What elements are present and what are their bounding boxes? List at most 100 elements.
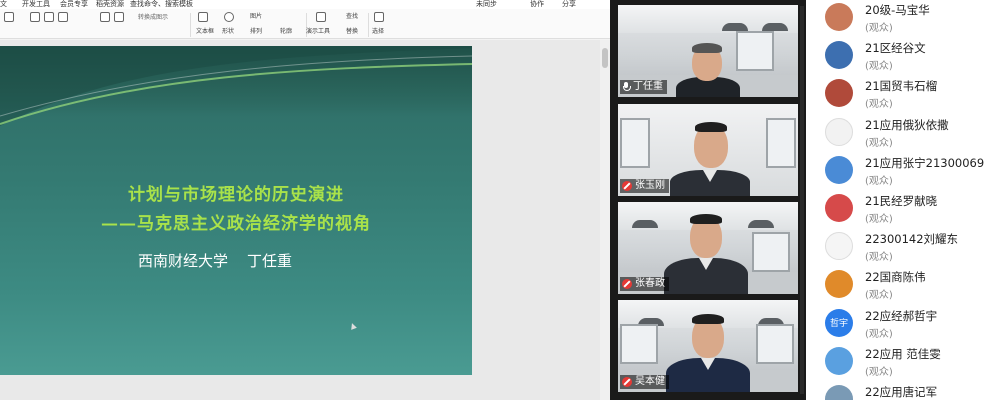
participant-name: 20级-马宝华 [865, 3, 930, 17]
sync-status[interactable]: 未同步 [476, 0, 497, 9]
search-command-input[interactable]: 查找命令、搜索模板 [130, 0, 193, 9]
ribbon-toolbar: 转换成图示 文本框 形状 图片 排列 轮廓 演示工具 查找 替换 选择 [0, 9, 610, 39]
presentation-tools-icon[interactable] [316, 12, 326, 22]
participant-list-item[interactable]: 21区经谷文 (观众) [806, 36, 1000, 74]
participant-list-item[interactable]: 22应用唐记军 [806, 380, 1000, 400]
participant-role: (观众) [865, 252, 893, 264]
select-button[interactable]: 选择 [372, 28, 384, 36]
slide-wave-decoration [0, 46, 472, 126]
presentation-app: 文 开发工具 会员专享 稻壳资源 查找命令、搜索模板 未同步 协作 分享 转换成… [0, 0, 610, 400]
avatar [825, 270, 853, 299]
share-button[interactable]: 分享 [562, 0, 576, 9]
participant-name: 22应经郝哲宇 [865, 308, 938, 323]
avatar [825, 79, 853, 108]
participant-name: 张春政 [635, 278, 665, 289]
video-panel: 丁任重 张玉刚 张春政 吴本健 [610, 0, 806, 400]
scrollbar-thumb[interactable] [602, 48, 608, 68]
find-button[interactable]: 查找 [346, 13, 358, 21]
screen: 文 开发工具 会员专享 稻壳资源 查找命令、搜索模板 未同步 协作 分享 转换成… [0, 0, 1000, 400]
participant-role: (观众) [865, 290, 893, 302]
menu-item-member[interactable]: 会员专享 [60, 0, 88, 9]
presentation-tools-button[interactable]: 演示工具 [306, 28, 330, 36]
participant-name: 21应用俄狄依撒 [865, 117, 949, 132]
avatar: 哲宇 [825, 308, 853, 337]
menu-item-dev-tools[interactable]: 开发工具 [22, 0, 50, 9]
participant-name: 丁任重 [633, 81, 663, 92]
avatar [825, 232, 853, 261]
participant-list-item[interactable]: 22应用 范佳雯 (观众) [806, 342, 1000, 380]
video-name-tag: 张玉刚 [620, 179, 669, 193]
indent-icon[interactable] [114, 12, 124, 22]
microphone-muted-icon [622, 181, 632, 191]
video-tile[interactable]: 丁任重 [618, 5, 798, 97]
participant-name: 吴本健 [635, 376, 665, 387]
slide-title-line-2: ——马克思主义政治经济学的视角 [101, 214, 371, 234]
participant-list-item[interactable]: 哲宇 22应经郝哲宇 (观众) [806, 304, 1000, 342]
participant-name: 22国商陈伟 [865, 270, 926, 285]
participant-role: (观众) [865, 137, 893, 149]
participant-name: 21区经谷文 [865, 41, 926, 56]
participant-role: (观众) [865, 61, 893, 73]
video-name-tag: 吴本健 [620, 375, 669, 389]
participant-list-item[interactable]: 21应用俄狄依撒 (观众) [806, 113, 1000, 151]
menu-item-file[interactable]: 文 [0, 0, 7, 9]
microphone-muted-icon [622, 279, 632, 289]
outline-button[interactable]: 轮廓 [280, 28, 292, 36]
microphone-icon [622, 82, 631, 92]
shape-icon[interactable] [224, 12, 234, 22]
avatar [825, 117, 853, 146]
picture-button[interactable]: 图片 [250, 13, 262, 21]
video-name-tag: 丁任重 [620, 80, 667, 94]
participant-role: (观众) [865, 99, 893, 111]
participant-name: 21民经罗献晓 [865, 194, 938, 208]
shape-button[interactable]: 形状 [222, 28, 234, 36]
microphone-muted-icon [622, 377, 632, 387]
participant-name: 21应用张宁21300069 [865, 155, 985, 170]
mouse-pointer-icon [349, 322, 357, 330]
list-icon[interactable] [100, 12, 110, 22]
video-panel-scrollbar[interactable] [800, 6, 804, 394]
align-right-icon[interactable] [58, 12, 68, 22]
participant-role: (观众) [865, 328, 893, 340]
participant-role: (观众) [865, 175, 893, 187]
participant-role: (观众) [865, 214, 893, 225]
avatar [825, 346, 853, 375]
arrange-button[interactable]: 排列 [250, 28, 262, 36]
align-left-icon[interactable] [30, 12, 40, 22]
menu-item-docer[interactable]: 稻壳资源 [96, 0, 124, 9]
participant-list-item[interactable]: 22国商陈伟 (观众) [806, 265, 1000, 303]
textbox-button[interactable]: 文本框 [196, 28, 214, 36]
participant-role: (观众) [865, 366, 893, 378]
convert-smartart-label[interactable]: 转换成图示 [138, 14, 168, 22]
participant-role: (观众) [865, 23, 893, 34]
video-tile[interactable]: 张春政 [618, 202, 798, 294]
participant-name: 21国贸韦石榴 [865, 79, 938, 94]
avatar [825, 41, 853, 70]
participant-name: 22应用唐记军 [865, 385, 938, 399]
select-icon[interactable] [374, 12, 384, 22]
slide-title-line-1: 计划与市场理论的历史演进 [128, 185, 344, 205]
participant-list-item[interactable]: 21民经罗献晓 (观众) [806, 189, 1000, 227]
vertical-scrollbar[interactable] [600, 40, 610, 400]
align-center-icon[interactable] [44, 12, 54, 22]
participant-list-item[interactable]: 21应用张宁21300069 (观众) [806, 151, 1000, 189]
collaborate-button[interactable]: 协作 [530, 0, 544, 9]
participant-list: 20级-马宝华 (观众) 21区经谷文 (观众) 21国贸韦石榴 (观众) 21应用俄狄依撒… [806, 0, 1000, 400]
participant-name: 22应用 范佳雯 [865, 346, 941, 361]
participant-name: 22300142刘耀东 [865, 232, 959, 247]
format-icon[interactable] [4, 12, 14, 22]
avatar [825, 385, 853, 400]
video-tile[interactable]: 吴本健 [618, 300, 798, 392]
replace-button[interactable]: 替换 [346, 28, 358, 36]
avatar-text: 哲宇 [829, 319, 848, 330]
participant-list-item[interactable]: 22300142刘耀东 (观众) [806, 227, 1000, 265]
slide-canvas: 计划与市场理论的历史演进 ——马克思主义政治经济学的视角 西南财经大学 丁任重 [0, 40, 610, 400]
slide-author: 西南财经大学 丁任重 [137, 252, 293, 270]
video-tile[interactable]: 张玉刚 [618, 104, 798, 196]
textbox-icon[interactable] [198, 12, 208, 22]
participant-name: 张玉刚 [635, 180, 665, 191]
slide[interactable]: 计划与市场理论的历史演进 ——马克思主义政治经济学的视角 西南财经大学 丁任重 [0, 46, 472, 375]
avatar [825, 3, 853, 31]
participant-list-item[interactable]: 21国贸韦石榴 (观众) [806, 74, 1000, 112]
participant-list-item[interactable]: 20级-马宝华 (观众) [806, 0, 1000, 36]
